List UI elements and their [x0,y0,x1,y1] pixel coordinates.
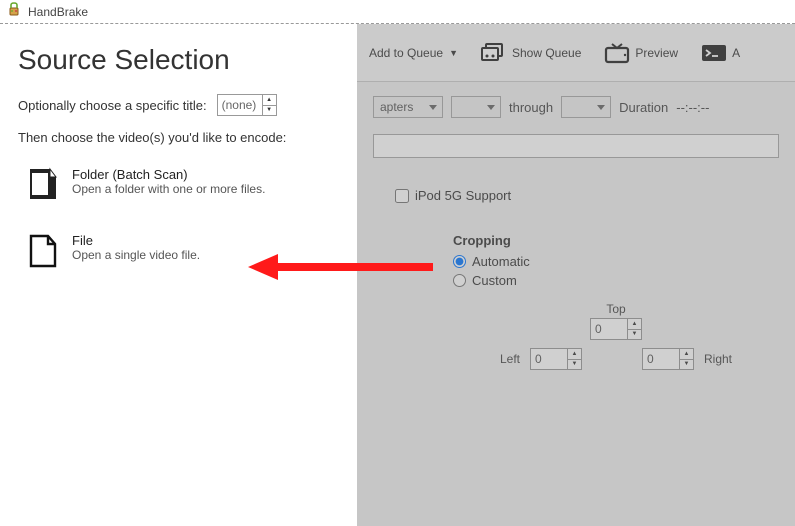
title-bar: HandBrake [0,0,795,24]
title-spinner[interactable]: ▲ ▼ [217,94,277,116]
title-spinner-up[interactable]: ▲ [263,95,276,106]
range-end-select[interactable] [561,96,611,118]
crop-auto-label: Automatic [472,254,530,269]
source-heading: Source Selection [18,44,339,76]
open-folder-option[interactable]: Folder (Batch Scan) Open a folder with o… [18,165,339,205]
crop-custom-row[interactable]: Custom [453,273,779,288]
cropping-group: Cropping Automatic Custom Top ▲▼ [453,233,779,370]
crop-right-spinner[interactable]: ▲▼ [642,348,694,370]
preview-button[interactable]: Preview [597,38,684,68]
crop-left-down[interactable]: ▼ [568,360,581,370]
crop-right-input[interactable] [643,349,679,369]
activity-log-button[interactable]: A [694,38,746,68]
show-queue-button[interactable]: Show Queue [474,38,587,68]
crop-right-down[interactable]: ▼ [680,360,693,370]
crop-right-up[interactable]: ▲ [680,349,693,360]
crop-left-up[interactable]: ▲ [568,349,581,360]
add-to-queue-label: Add to Queue [369,46,443,60]
crop-top-label: Top [606,302,625,316]
through-label: through [509,100,553,115]
title-spinner-down[interactable]: ▼ [263,106,276,116]
crop-left-spinner[interactable]: ▲▼ [530,348,582,370]
file-option-title: File [72,233,200,248]
crop-left-input[interactable] [531,349,567,369]
encode-instruction: Then choose the video(s) you'd like to e… [18,130,339,145]
toolbar: Add to Queue ▼ Show Queue [357,24,795,82]
crop-top-input[interactable] [591,319,627,339]
crop-left-label: Left [500,352,520,366]
folder-option-title: Folder (Batch Scan) [72,167,265,182]
chevron-down-icon: ▼ [449,48,458,58]
terminal-icon [700,42,726,64]
window-title: HandBrake [28,5,88,19]
destination-field[interactable] [373,134,779,158]
file-option-sub: Open a single video file. [72,248,200,262]
crop-top-spinner[interactable]: ▲▼ [590,318,642,340]
title-spinner-input[interactable] [218,95,262,115]
ipod-checkbox[interactable] [395,189,409,203]
preview-label: Preview [635,46,678,60]
activity-letter: A [732,46,740,60]
title-spinner-row: Optionally choose a specific title: ▲ ▼ [18,94,339,116]
cropping-heading: Cropping [453,233,779,248]
crop-right-label: Right [704,352,732,366]
queue-icon [480,42,506,64]
folder-option-sub: Open a folder with one or more files. [72,182,265,196]
source-selection-panel: Source Selection Optionally choose a spe… [0,24,357,526]
chapter-range-row: apters through Duration --:--:-- [373,96,779,118]
folder-icon [28,167,58,203]
duration-label: Duration [619,100,668,115]
crop-top-up[interactable]: ▲ [628,319,641,330]
range-start-select[interactable] [451,96,501,118]
crop-grid: Top ▲▼ Left ▲▼ [453,302,779,370]
optional-title-label: Optionally choose a specific title: [18,98,207,113]
range-mode-select[interactable]: apters [373,96,443,118]
crop-custom-label: Custom [472,273,517,288]
crop-custom-radio[interactable] [453,274,466,287]
body-area: apters through Duration --:--:-- iPod 5G… [357,82,795,526]
open-file-option[interactable]: File Open a single video file. [18,231,339,271]
tv-icon [603,42,629,64]
main-content-dimmed: Add to Queue ▼ Show Queue [357,24,795,526]
file-icon [28,233,58,269]
crop-auto-row[interactable]: Automatic [453,254,779,269]
crop-top-down[interactable]: ▼ [628,330,641,340]
ipod-label: iPod 5G Support [415,188,511,203]
range-mode-value: apters [380,100,413,114]
app-icon [6,2,22,21]
crop-auto-radio[interactable] [453,255,466,268]
duration-value: --:--:-- [676,100,709,115]
main-area: Source Selection Optionally choose a spe… [0,24,795,526]
add-to-queue-button[interactable]: Add to Queue ▼ [363,42,464,64]
ipod-checkbox-row[interactable]: iPod 5G Support [395,188,779,203]
show-queue-label: Show Queue [512,46,581,60]
